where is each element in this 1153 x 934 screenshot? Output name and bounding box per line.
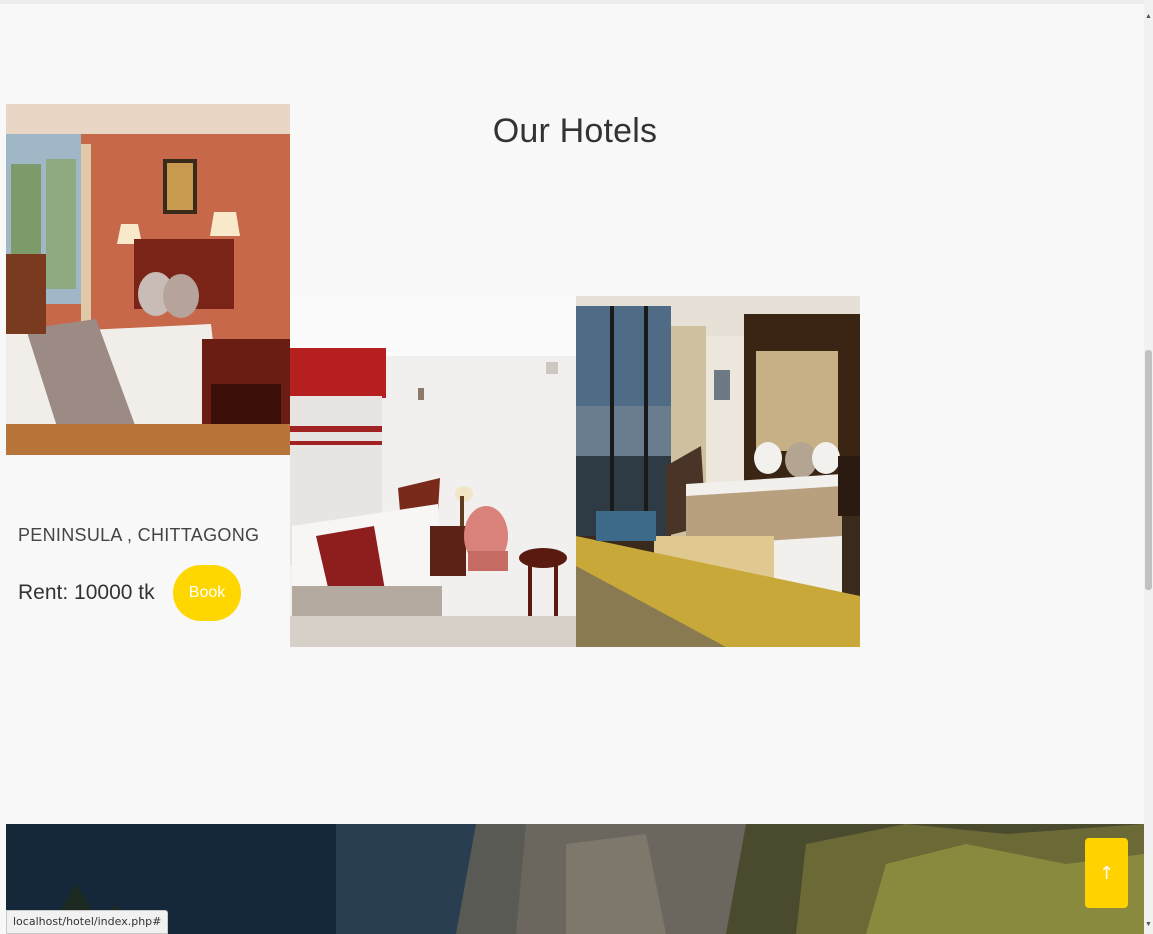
hotel-photo-2[interactable]: [290, 296, 576, 647]
book-button[interactable]: Book: [173, 565, 241, 621]
arrow-up-icon: ↑: [1098, 862, 1115, 884]
hotel-photo-peninsula[interactable]: [6, 104, 290, 455]
banner-image: [6, 824, 1144, 934]
hotel-card-info: PENINSULA , CHITTAGONG Rent: 10000 tk Bo…: [18, 525, 288, 621]
scrollbar-thumb[interactable]: [1145, 350, 1152, 590]
scroll-up-arrow-icon[interactable]: ▲: [1144, 12, 1153, 22]
hotels-page: Our Hotels PENINSULA , CHITTAGONG Rent: …: [6, 0, 1144, 934]
hotel-photo-3[interactable]: [576, 296, 860, 647]
hotel-name: PENINSULA , CHITTAGONG: [18, 525, 260, 545]
status-bar-url: localhost/hotel/index.php#: [6, 910, 169, 934]
vertical-scrollbar[interactable]: ▲ ▼: [1144, 0, 1153, 934]
hotel-rent: Rent: 10000 tk: [18, 581, 155, 604]
back-to-top-button[interactable]: ↑: [1085, 838, 1128, 908]
scroll-down-arrow-icon[interactable]: ▼: [1144, 920, 1153, 930]
rent-row: Rent: 10000 tk Book: [18, 565, 288, 621]
